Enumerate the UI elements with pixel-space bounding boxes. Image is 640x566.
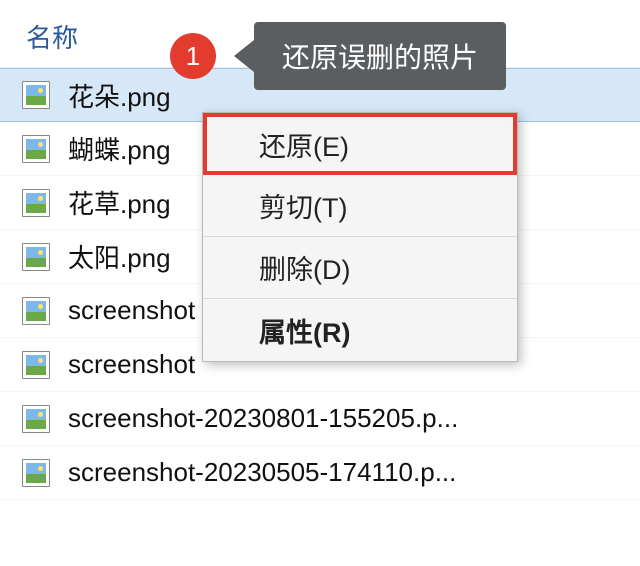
file-name: screenshot: [68, 295, 195, 326]
step-badge: 1: [170, 33, 216, 79]
image-file-icon: [22, 351, 50, 379]
file-row[interactable]: screenshot-20230505-174110.p...: [0, 446, 640, 500]
image-file-icon: [22, 81, 50, 109]
callout-label: 还原误删的照片: [254, 22, 506, 90]
file-name: 花朵.png: [68, 77, 171, 114]
menu-item-properties[interactable]: 属性(R): [203, 299, 517, 361]
menu-item-cut[interactable]: 剪切(T): [203, 175, 517, 237]
callout-arrow-icon: [234, 40, 254, 72]
context-menu: 还原(E) 剪切(T) 删除(D) 属性(R): [202, 112, 518, 362]
image-file-icon: [22, 405, 50, 433]
annotation-callout: 1 还原误删的照片: [170, 22, 506, 90]
file-row[interactable]: screenshot-20230801-155205.p...: [0, 392, 640, 446]
file-name: 花草.png: [68, 184, 171, 221]
image-file-icon: [22, 189, 50, 217]
file-name: screenshot: [68, 349, 195, 380]
file-name: screenshot-20230801-155205.p...: [68, 403, 458, 434]
image-file-icon: [22, 297, 50, 325]
file-name: 蝴蝶.png: [68, 130, 171, 167]
image-file-icon: [22, 243, 50, 271]
image-file-icon: [22, 135, 50, 163]
file-name: 太阳.png: [68, 238, 171, 275]
menu-item-delete[interactable]: 删除(D): [203, 237, 517, 299]
menu-item-restore[interactable]: 还原(E): [203, 113, 517, 175]
file-name: screenshot-20230505-174110.p...: [68, 457, 456, 488]
image-file-icon: [22, 459, 50, 487]
